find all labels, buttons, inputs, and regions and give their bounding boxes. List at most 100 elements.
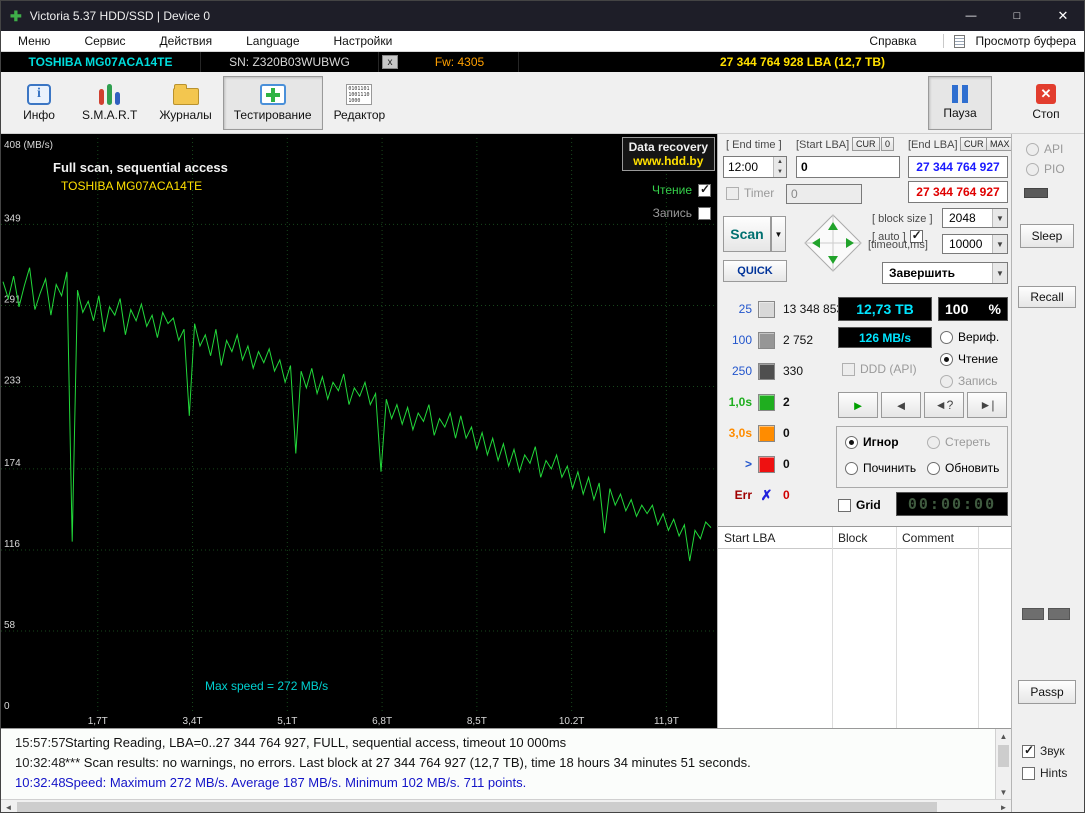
menu-item-buffer-view[interactable]: Просмотр буфера xyxy=(975,34,1076,48)
block-size-select[interactable]: 2048 ▼ xyxy=(942,208,1008,228)
menu-item-menu[interactable]: Меню xyxy=(1,34,67,48)
step-back-button[interactable]: ◄ xyxy=(881,392,921,418)
sound-checkbox[interactable] xyxy=(1022,745,1035,758)
pause-button[interactable]: Пауза xyxy=(928,76,992,130)
menu-item-language[interactable]: Language xyxy=(229,34,316,48)
timeout-select[interactable]: 10000 ▼ xyxy=(942,234,1008,254)
api-radio[interactable] xyxy=(1026,143,1039,156)
smart-button-label: S.M.A.R.T xyxy=(82,108,137,122)
verify-radio[interactable] xyxy=(940,331,953,344)
recall-button[interactable]: Recall xyxy=(1018,286,1076,308)
pio-radio-row[interactable]: PIO xyxy=(1026,162,1065,176)
end-lba-cur-button[interactable]: CUR xyxy=(960,137,988,151)
write-radio-row[interactable]: Запись xyxy=(940,374,997,388)
editor-button[interactable]: 010110110011101000 Редактор xyxy=(323,76,397,130)
mini-button-1[interactable] xyxy=(1022,608,1044,620)
scroll-left-icon[interactable]: ◄ xyxy=(1,800,16,813)
defect-table[interactable]: Start LBA Block Comment xyxy=(718,526,1012,728)
ignore-radio-row[interactable]: Игнор xyxy=(845,435,899,449)
api-radio-row[interactable]: API xyxy=(1026,142,1063,156)
play-button[interactable]: ► xyxy=(838,392,878,418)
start-lba-cur-button[interactable]: CUR xyxy=(852,137,880,151)
timer-input[interactable]: 0 xyxy=(786,184,862,204)
test-controls-panel: [ End time ] 12:00 ▲▼ Timer 0 [Start LBA… xyxy=(717,134,1011,728)
smart-button[interactable]: S.M.A.R.T xyxy=(71,76,148,130)
device-model[interactable]: TOSHIBA MG07ACA14TE xyxy=(1,52,201,72)
finish-select[interactable]: Завершить ▼ xyxy=(882,262,1008,284)
toolbar: i Инфо S.M.A.R.T Журналы Тестирование 01… xyxy=(1,72,1085,134)
hints-checkbox[interactable] xyxy=(1022,767,1035,780)
ignore-radio[interactable] xyxy=(845,436,858,449)
start-lba-zero-button[interactable]: 0 xyxy=(881,137,894,151)
hints-row[interactable]: Hints xyxy=(1022,766,1067,780)
timer-checkbox[interactable] xyxy=(726,187,739,200)
scrollbar-thumb[interactable] xyxy=(17,802,937,812)
percent-value: 100 xyxy=(945,301,968,317)
end-time-spin-arrows[interactable]: ▲▼ xyxy=(773,157,786,177)
logs-button[interactable]: Журналы xyxy=(148,76,222,130)
stat-color-swatch xyxy=(758,363,775,380)
grid-row[interactable]: Grid xyxy=(838,498,881,512)
erase-radio[interactable] xyxy=(927,436,940,449)
log-vertical-scrollbar[interactable]: ▲ ▼ xyxy=(995,729,1011,800)
ddd-row[interactable]: DDD (API) xyxy=(842,362,917,376)
block-size-label: [ block size ] xyxy=(872,213,933,225)
verify-radio-row[interactable]: Вериф. xyxy=(940,330,999,344)
write-checkbox[interactable] xyxy=(698,207,711,220)
erase-radio-row[interactable]: Стереть xyxy=(927,435,990,449)
scan-button[interactable]: Scan xyxy=(723,216,771,252)
scroll-down-icon[interactable]: ▼ xyxy=(996,785,1011,800)
testing-button[interactable]: Тестирование xyxy=(223,76,323,130)
sleep-button[interactable]: Sleep xyxy=(1020,224,1074,248)
end-lba-value[interactable]: 27 344 764 927 xyxy=(908,156,1008,178)
end-time-spinner[interactable]: 12:00 ▲▼ xyxy=(723,156,787,178)
pio-radio[interactable] xyxy=(1026,163,1039,176)
seek-question-button[interactable]: ◄? xyxy=(924,392,964,418)
menu-item-service[interactable]: Сервис xyxy=(67,34,142,48)
column-block: Block xyxy=(832,531,896,545)
speed-graph-canvas: 408 (MB/s)3492912331741165801,7T3,4T5,1T… xyxy=(1,134,717,728)
stat-row-25: 25 13 348 853 xyxy=(718,300,843,318)
percent-display: 100 % xyxy=(938,297,1008,321)
stat-label: 250 xyxy=(718,364,752,378)
close-button[interactable]: ✕ xyxy=(1040,1,1085,31)
stat-row-over: > 0 xyxy=(718,455,790,473)
repair-radio[interactable] xyxy=(845,462,858,475)
sound-row[interactable]: Звук xyxy=(1022,744,1065,758)
scroll-right-icon[interactable]: ► xyxy=(996,800,1011,813)
scroll-up-icon[interactable]: ▲ xyxy=(996,729,1011,744)
end-lba-max-button[interactable]: MAX xyxy=(986,137,1014,151)
repair-radio-row[interactable]: Починить xyxy=(845,461,916,475)
device-tab-close-button[interactable]: x xyxy=(382,55,398,69)
log-horizontal-scrollbar[interactable]: ◄ ► xyxy=(1,799,1011,813)
minimize-button[interactable]: — xyxy=(948,1,994,31)
write-radio[interactable] xyxy=(940,375,953,388)
menu-item-help[interactable]: Справка xyxy=(852,34,933,48)
seek-end-button[interactable]: ►| xyxy=(967,392,1007,418)
log-time: 15:57:57 xyxy=(1,735,65,750)
read-checkbox[interactable] xyxy=(698,184,711,197)
ddd-checkbox[interactable] xyxy=(842,363,855,376)
menu-item-settings[interactable]: Настройки xyxy=(317,34,410,48)
scrollbar-thumb[interactable] xyxy=(998,745,1009,767)
refresh-radio[interactable] xyxy=(927,462,940,475)
read-radio-row[interactable]: Чтение xyxy=(940,352,998,366)
navigation-pad[interactable] xyxy=(802,212,864,274)
volume-display: 12,73 ТВ xyxy=(838,297,932,321)
buffer-view-icon xyxy=(954,35,965,48)
stop-button[interactable]: ✕ Стоп xyxy=(1014,76,1078,130)
maximize-button[interactable]: □ xyxy=(994,1,1040,31)
info-button[interactable]: i Инфо xyxy=(7,76,71,130)
quick-button[interactable]: QUICK xyxy=(723,260,787,282)
refresh-radio-row[interactable]: Обновить xyxy=(927,461,999,475)
stat-row-250: 250 330 xyxy=(718,362,803,380)
grid-checkbox[interactable] xyxy=(838,499,851,512)
mini-button-2[interactable] xyxy=(1048,608,1070,620)
start-lba-input[interactable]: 0 xyxy=(796,156,900,178)
menu-item-actions[interactable]: Действия xyxy=(143,34,230,48)
block-size-value: 2048 xyxy=(949,211,976,225)
scan-dropdown-button[interactable]: ▼ xyxy=(771,216,786,252)
read-radio[interactable] xyxy=(940,353,953,366)
passp-button[interactable]: Passp xyxy=(1018,680,1076,704)
menubar: Меню Сервис Действия Language Настройки … xyxy=(1,31,1085,52)
